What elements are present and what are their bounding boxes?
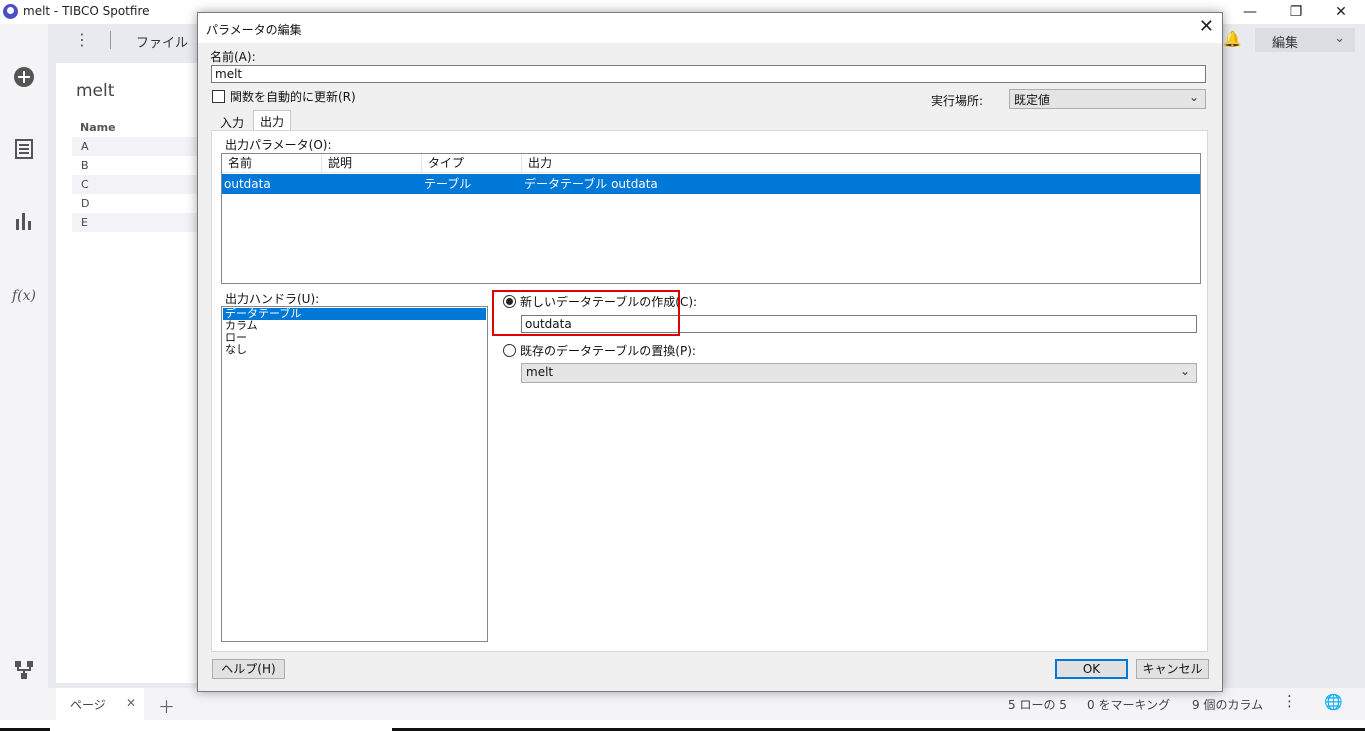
spotfire-logo-icon <box>3 4 18 19</box>
auto-update-label: 関数を自動的に更新(R) <box>230 90 356 104</box>
exec-location-value: 既定値 <box>1014 93 1051 107</box>
row-count: 5 ローの 5 <box>1008 698 1067 712</box>
cell-name: outdata <box>224 177 271 191</box>
table-card: melt Name A B C D E <box>56 63 201 683</box>
edit-mode-dropdown[interactable]: 編集 ⌄ <box>1255 28 1355 52</box>
col-name[interactable]: 名前 <box>222 154 322 173</box>
ok-button[interactable]: OK <box>1055 659 1128 679</box>
window-title: melt - TIBCO Spotfire <box>23 4 150 18</box>
card-title: melt <box>76 81 115 101</box>
help-button[interactable]: ヘルプ(H) <box>212 659 285 679</box>
table-row[interactable]: D <box>72 194 201 213</box>
replace-table-label: 既存のデータテーブルの置換(P): <box>520 344 696 358</box>
list-item[interactable]: データテーブル <box>223 308 486 320</box>
output-params-table[interactable]: 名前 説明 タイプ 出力 outdata テーブル データテーブル outdat… <box>221 153 1201 284</box>
more-menu-icon[interactable]: ⋮ <box>74 30 90 49</box>
tab-input[interactable]: 入力 <box>214 112 250 132</box>
table-row[interactable]: outdata テーブル データテーブル outdata <box>222 174 1200 194</box>
list-item[interactable]: ロー <box>223 332 486 344</box>
bottom-edge <box>0 720 1365 731</box>
chevron-down-icon: ⌄ <box>1334 31 1345 46</box>
replace-table-radio[interactable] <box>503 344 516 357</box>
column-header: Name <box>80 121 116 134</box>
table-row[interactable]: A <box>72 137 201 156</box>
function-icon[interactable]: f(x) <box>12 284 36 308</box>
highlight-box <box>492 290 680 336</box>
notification-bell-icon[interactable]: 🔔 <box>1223 30 1242 48</box>
globe-icon[interactable]: 🌐 <box>1324 693 1343 711</box>
minimize-icon[interactable]: — <box>1238 2 1262 22</box>
file-menu[interactable]: ファイル <box>136 32 188 51</box>
close-icon[interactable]: ✕ <box>1199 16 1214 37</box>
page-tab[interactable]: ページ ✕ <box>56 688 144 720</box>
table-row[interactable]: E <box>72 213 201 232</box>
exec-location-select[interactable]: 既定値 ⌄ <box>1009 89 1206 109</box>
cancel-button[interactable]: キャンセル <box>1136 659 1209 679</box>
col-description[interactable]: 説明 <box>322 154 422 173</box>
more-status-icon[interactable]: ⋮ <box>1282 692 1297 710</box>
replace-table-select[interactable]: melt ⌄ <box>521 363 1197 383</box>
table-row[interactable]: C <box>72 175 201 194</box>
data-flow-icon[interactable] <box>12 660 36 684</box>
toolbar-divider <box>110 31 111 49</box>
restore-icon[interactable]: ❐ <box>1284 2 1308 22</box>
table-row[interactable]: B <box>72 156 201 175</box>
status-bar: ページ ✕ ＋ 5 ローの 5 0 をマーキング 9 個のカラム ⋮ 🌐 <box>48 688 1365 720</box>
add-page-icon[interactable]: ＋ <box>158 693 175 718</box>
column-count: 9 個のカラム <box>1192 698 1264 712</box>
list-item[interactable]: カラム <box>223 320 486 332</box>
marking-count: 0 をマーキング <box>1087 698 1171 712</box>
auto-update-checkbox[interactable] <box>212 90 225 103</box>
dialog-title: パラメータの編集 <box>206 23 302 37</box>
output-params-label: 出力パラメータ(O): <box>225 138 332 152</box>
col-type[interactable]: タイプ <box>422 154 522 173</box>
edit-mode-label: 編集 <box>1272 36 1299 51</box>
name-field[interactable]: melt <box>211 65 1206 83</box>
chevron-down-icon: ⌄ <box>1188 90 1199 104</box>
close-tab-icon[interactable]: ✕ <box>126 696 136 710</box>
replace-table-value: melt <box>526 365 554 379</box>
cell-output: データテーブル outdata <box>524 177 658 191</box>
visualization-icon[interactable] <box>12 211 36 235</box>
left-nav: f(x) <box>0 24 48 731</box>
page-tab-label: ページ <box>70 698 106 712</box>
table-header: 名前 説明 タイプ 出力 <box>222 154 1200 173</box>
data-table-icon[interactable] <box>12 139 36 163</box>
exec-location-label: 実行場所: <box>931 94 984 108</box>
list-item[interactable]: なし <box>223 344 486 356</box>
close-window-icon[interactable]: ✕ <box>1329 2 1353 22</box>
dialog-titlebar: パラメータの編集 ✕ <box>198 13 1222 43</box>
handler-label: 出力ハンドラ(U): <box>225 292 320 306</box>
col-output[interactable]: 出力 <box>522 154 1200 173</box>
tab-output[interactable]: 出力 <box>253 110 292 131</box>
output-handler-list[interactable]: データテーブル カラム ロー なし <box>221 306 488 642</box>
chevron-down-icon: ⌄ <box>1179 364 1190 378</box>
cell-type: テーブル <box>424 177 472 191</box>
add-icon[interactable] <box>12 66 36 90</box>
edit-parameters-dialog: パラメータの編集 ✕ 名前(A): melt 関数を自動的に更新(R) 実行場所… <box>197 12 1223 692</box>
name-label: 名前(A): <box>210 50 256 64</box>
